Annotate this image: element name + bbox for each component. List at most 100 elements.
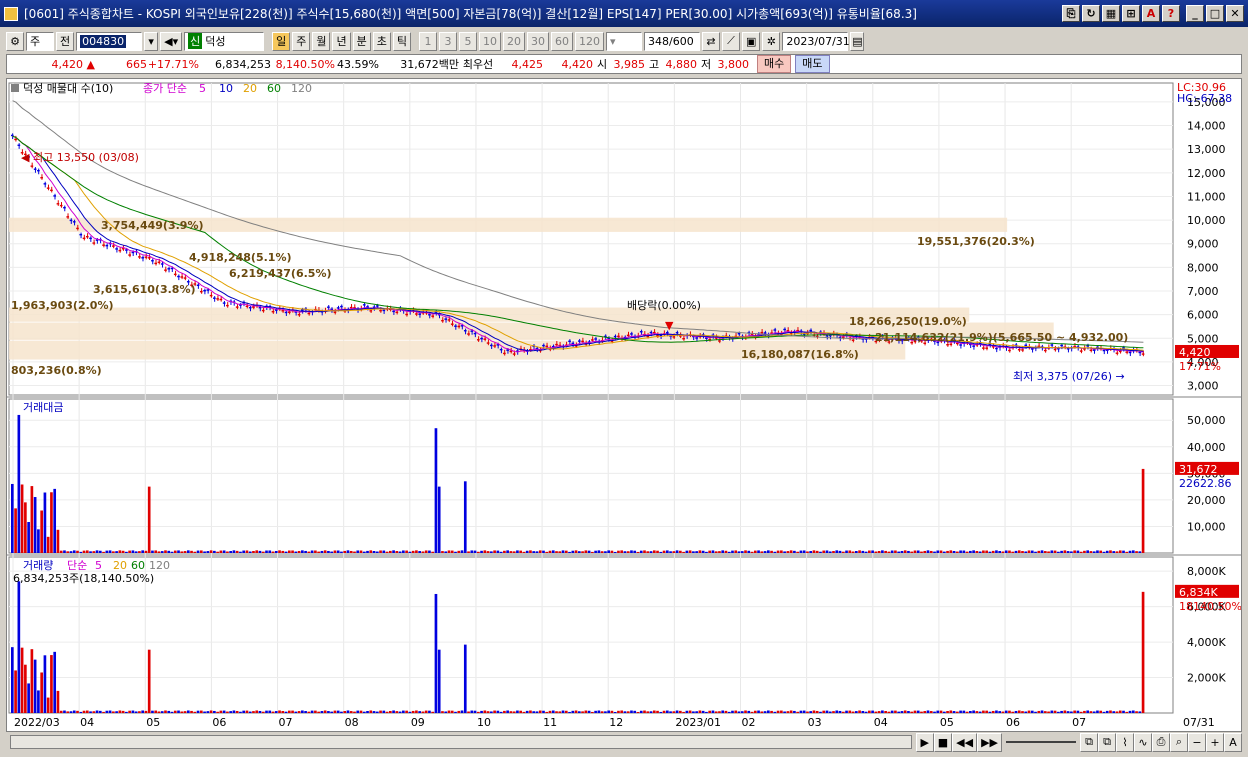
amount-bar — [89, 551, 92, 553]
stop-icon[interactable]: ■ — [933, 732, 953, 752]
period-day[interactable]: 일 — [272, 31, 291, 51]
period-minute[interactable]: 분 — [352, 31, 371, 51]
zoom-out-icon[interactable]: − — [1188, 732, 1206, 752]
volume-bar — [591, 711, 594, 713]
zoom-slider[interactable] — [1006, 741, 1076, 743]
chart-svg[interactable]: 2022/03 04 05 06 07 08 09 10 11 12 2023/01 02 03 04 05… — [7, 79, 1242, 731]
zoom-in-icon[interactable]: + — [1206, 732, 1224, 752]
count-field[interactable]: 348/600 — [643, 31, 700, 51]
amount-bar — [274, 550, 278, 553]
candle-body — [985, 347, 988, 349]
forward-icon[interactable]: ▶▶ — [977, 732, 1002, 752]
minimize-icon[interactable]: _ — [1186, 5, 1204, 22]
volume-bar — [737, 711, 741, 713]
font-size-icon[interactable]: A — [1224, 732, 1242, 752]
help-icon[interactable]: ? — [1162, 5, 1180, 22]
volume-bar — [40, 672, 43, 713]
interval-120[interactable]: 120 — [574, 31, 604, 51]
line-tool-icon[interactable]: ⟋ — [721, 31, 740, 51]
y-tick-label: 12,000 — [1187, 167, 1226, 180]
amount-bar — [516, 550, 519, 553]
copy-icon[interactable]: ⧉ — [1098, 732, 1116, 752]
pin-icon[interactable]: ⊞ — [1122, 5, 1140, 22]
interval-30[interactable]: 30 — [526, 31, 549, 51]
period-week[interactable]: 주 — [292, 31, 311, 51]
period-month[interactable]: 월 — [312, 31, 331, 51]
amount-bar — [177, 550, 180, 553]
speaker-icon[interactable]: ◀▾ — [160, 31, 183, 51]
volume-bar — [727, 711, 731, 713]
amount-bar — [317, 551, 320, 553]
chart-area[interactable]: 2022/03 04 05 06 07 08 09 10 11 12 2023/01 02 03 04 05… — [6, 78, 1242, 732]
print-icon[interactable]: ⎙ — [1152, 732, 1170, 752]
horizontal-scrollbar[interactable] — [10, 735, 912, 749]
market-select[interactable]: 주 — [26, 31, 54, 51]
link-icon[interactable]: ⎘ — [1062, 5, 1080, 22]
play-icon[interactable]: ▶ — [915, 732, 934, 752]
period-year[interactable]: 년 — [332, 31, 351, 51]
interval-10[interactable]: 10 — [478, 31, 501, 51]
candle-body — [30, 165, 34, 167]
volume-ma-period: 120 — [149, 559, 170, 572]
save-icon[interactable]: ▣ — [741, 31, 761, 51]
prev-button[interactable]: 전 — [56, 31, 75, 51]
sell-button[interactable]: 매도 — [795, 55, 830, 73]
volume-bar — [121, 710, 125, 713]
candle-body — [682, 338, 685, 340]
maximize-icon[interactable]: □ — [1206, 5, 1224, 22]
amount-bar — [1076, 550, 1080, 553]
x-tick-label: 09 — [411, 716, 425, 729]
amount-bar — [783, 551, 786, 553]
calendar-icon[interactable]: ▤ — [850, 31, 865, 51]
interval-3[interactable]: 3 — [438, 31, 457, 51]
amount-bar — [284, 551, 288, 553]
candle-body — [138, 256, 141, 258]
volume-bar — [33, 659, 37, 713]
amount-bar — [591, 551, 594, 553]
code-input[interactable]: 004830 — [76, 31, 143, 51]
zoom-icon[interactable]: ⇄ — [701, 31, 720, 51]
volume-bar — [578, 711, 581, 713]
code-dropdown-icon[interactable]: ▾ — [144, 31, 159, 51]
y-tick-label: 40,000 — [1187, 441, 1226, 454]
y-tick-label: 4,000K — [1187, 636, 1226, 649]
font-icon[interactable]: A — [1142, 5, 1160, 22]
x-tick-label: 04 — [874, 716, 888, 729]
candle-body — [92, 242, 96, 244]
refresh-icon[interactable]: ↻ — [1082, 5, 1100, 22]
amount-bar — [802, 550, 806, 553]
volume-bar — [242, 710, 246, 713]
volume-bar — [320, 711, 324, 713]
grid-icon[interactable]: ▦ — [1102, 5, 1120, 22]
date-input[interactable]: 2023/07/31 — [782, 31, 850, 51]
search-icon[interactable]: ⌕ — [1170, 732, 1188, 752]
interval-1[interactable]: 1 — [418, 31, 437, 51]
volume-bar — [783, 711, 786, 713]
candle-body — [542, 344, 545, 347]
volume-bar — [434, 593, 438, 713]
volume-ma-period: 60 — [131, 559, 145, 572]
config-icon[interactable]: ✲ — [762, 31, 781, 51]
indicator-icon[interactable]: ⌇ — [1116, 732, 1134, 752]
draw-icon[interactable]: ∿ — [1134, 732, 1152, 752]
layout-icon[interactable]: ⧉ — [1080, 732, 1098, 752]
volume-bar — [763, 711, 767, 713]
volume-bar — [278, 710, 281, 713]
amount-bar — [913, 550, 917, 553]
volume-bar — [30, 649, 34, 713]
chart-settings-icon[interactable]: ⚙ — [6, 31, 24, 51]
volume-bar — [493, 710, 496, 713]
amount-bar — [1128, 550, 1132, 553]
interval-20[interactable]: 20 — [502, 31, 525, 51]
candle-body — [56, 203, 60, 205]
interval-5[interactable]: 5 — [458, 31, 477, 51]
rewind-icon[interactable]: ◀◀ — [952, 732, 978, 752]
interval-custom-input[interactable]: ▾ — [605, 31, 642, 51]
buy-button[interactable]: 매수 — [757, 55, 792, 73]
interval-60[interactable]: 60 — [550, 31, 573, 51]
close-icon[interactable]: ✕ — [1226, 5, 1244, 22]
period-tick[interactable]: 틱 — [392, 31, 411, 51]
amount-bar — [1131, 550, 1135, 553]
period-second[interactable]: 초 — [372, 31, 391, 51]
stock-name-field[interactable]: 신 덕성 — [184, 31, 265, 51]
